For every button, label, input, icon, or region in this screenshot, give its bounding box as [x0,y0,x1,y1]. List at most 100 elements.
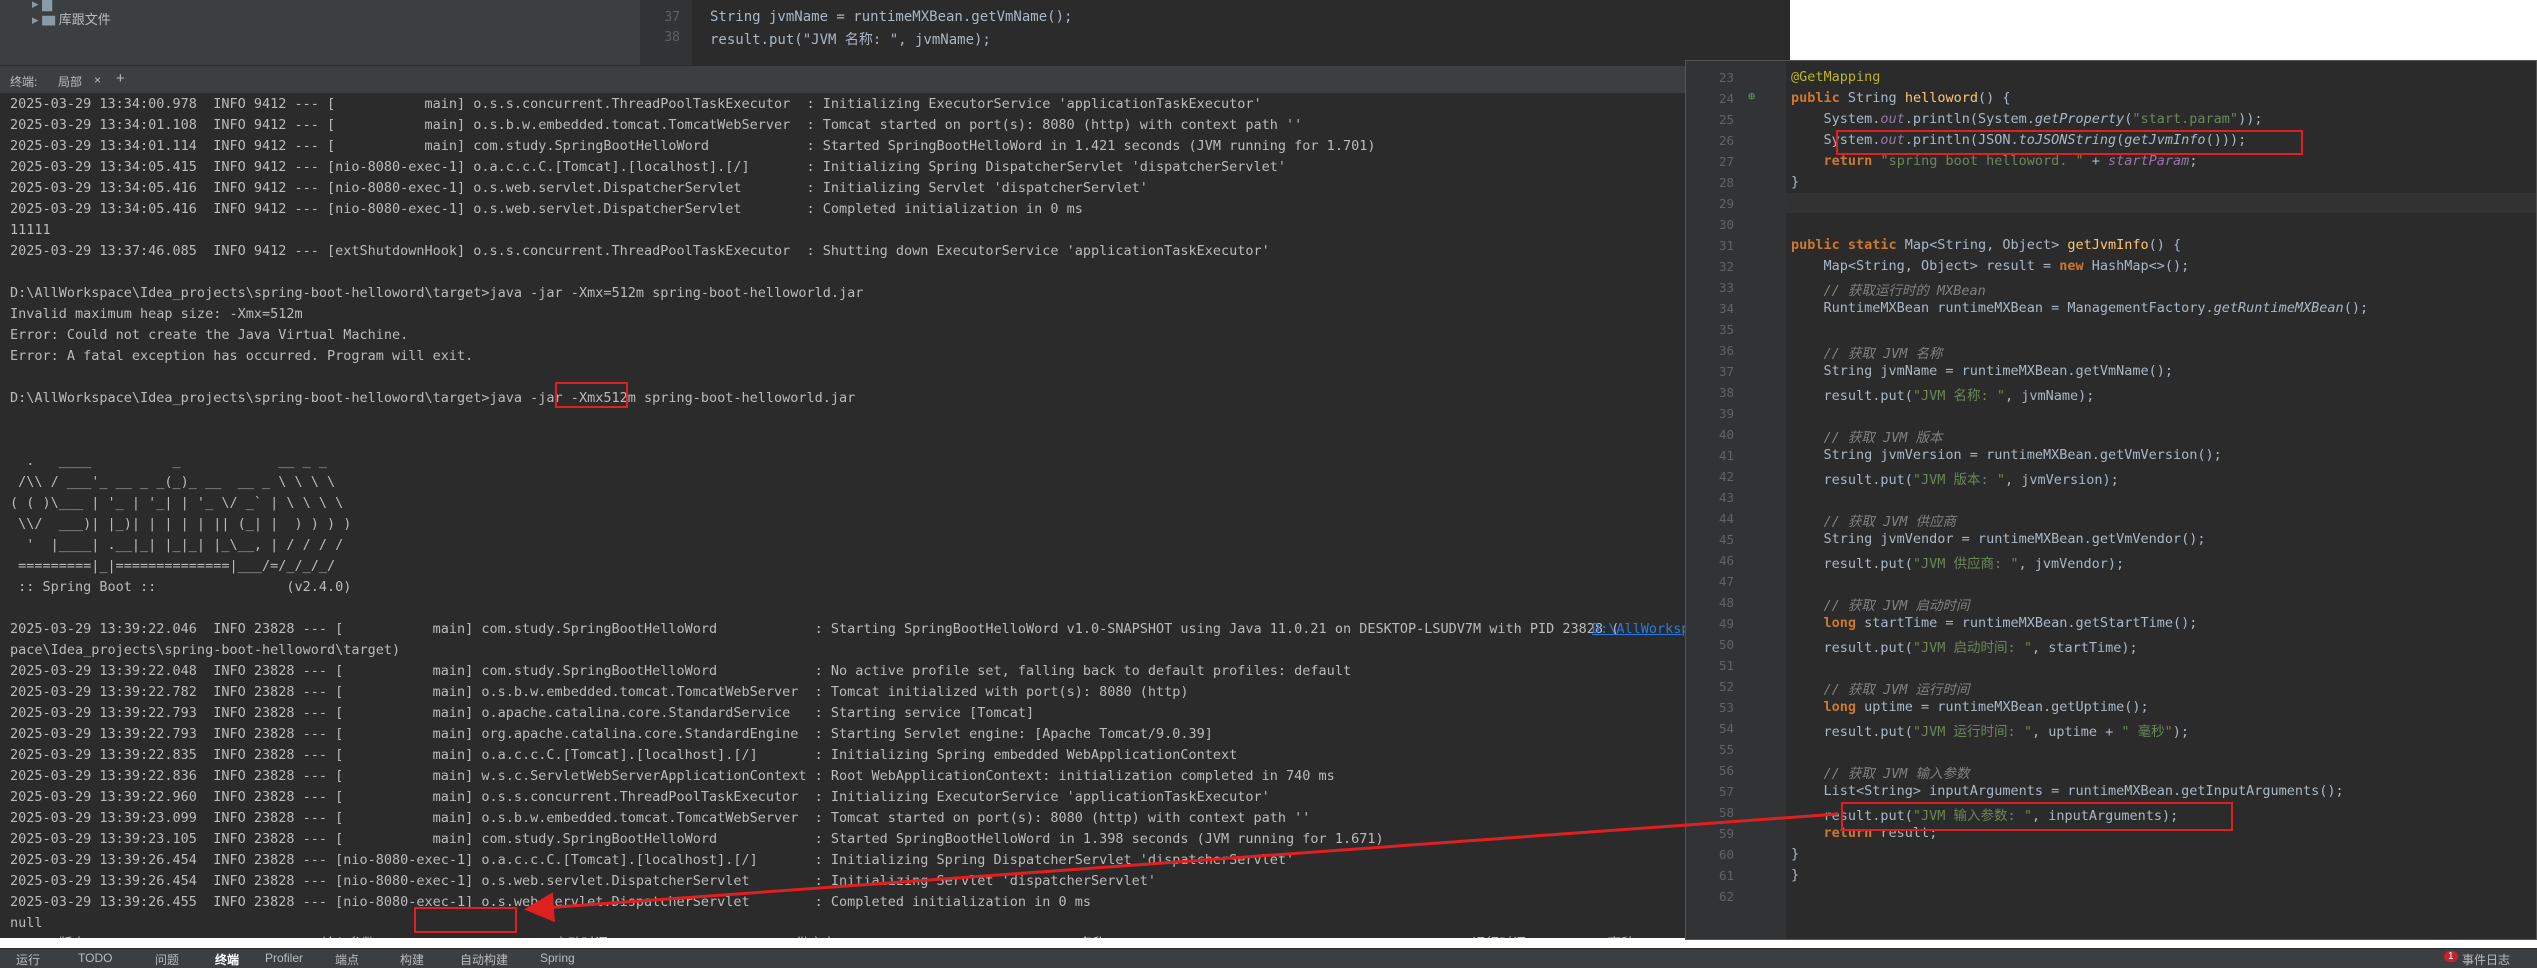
highlight-box [414,907,517,933]
code-line: // 获取 JVM 启动时间 [1823,598,1970,614]
console-line: 2025-03-29 13:39:22.046 INFO 23828 --- [… [10,621,1620,637]
status-tab[interactable]: 自动构建 [460,951,508,968]
console-line: :: Spring Boot :: (v2.4.0) [10,579,352,595]
console-line: 2025-03-29 13:39:22.960 INFO 23828 --- [… [10,789,1270,805]
code-line: String jvmVersion = runtimeMXBean.getVmV… [1791,447,2222,463]
event-count-badge: 1 [2444,951,2458,962]
console-line: 2025-03-29 13:34:01.108 INFO 9412 --- [ … [10,117,1303,133]
console-line: 2025-03-29 13:39:26.455 INFO 23828 --- [… [10,894,1091,910]
line-number: 62 [1718,889,1734,904]
status-tab[interactable]: 构建 [400,951,424,968]
line-number: 34 [1718,301,1734,316]
console-line: pace\Idea_projects\spring-boot-helloword… [10,642,401,658]
line-number: 23 [1718,70,1734,85]
line-number: 42 [1718,469,1734,484]
line-number: 47 [1718,574,1734,589]
folder-icon: ▸ ▆ [32,12,56,27]
console-line: {"JVM 版本: ":"11.0.21+9-LTS-193","JVM 输入参… [10,934,1651,938]
highlight-box [1841,802,2233,831]
code-line: return "spring boot helloword. " + start… [1823,153,2198,169]
console-line: 2025-03-29 13:39:22.048 INFO 23828 --- [… [10,663,1352,679]
code-line: result.put("JVM 名称: ", jvmName); [710,32,991,48]
console-line: 2025-03-29 13:39:23.105 INFO 23828 --- [… [10,831,1384,847]
line-number: 31 [1718,238,1734,253]
console-line: 2025-03-29 13:39:22.782 INFO 23828 --- [… [10,684,1189,700]
console-line: 2025-03-29 13:37:46.085 INFO 9412 --- [e… [10,243,1270,259]
terminal-label: 终端: [10,75,38,89]
code-line: System.out.println(System.getProperty("s… [1791,111,2263,127]
line-number: 32 [1718,259,1734,274]
console-line: 2025-03-29 13:34:05.415 INFO 9412 --- [n… [10,159,1287,175]
line-number: 33 [1718,280,1734,295]
code-line: // 获取 JVM 运行时间 [1823,682,1970,698]
terminal-header: 终端: 局部 × + [0,65,1690,94]
status-tab[interactable]: 运行 [16,951,40,968]
console-line: Error: Could not create the Java Virtual… [10,327,409,343]
run-gutter-icon[interactable]: ⊕ [1748,89,1755,103]
console-line: 2025-03-29 13:34:00.978 INFO 9412 --- [ … [10,96,1262,112]
console-line: null [10,915,43,931]
line-number: 28 [1718,175,1734,190]
code-editor[interactable]: 23 @GetMapping 24 public String helloword()… [1685,60,2537,940]
code-line: result.put("JVM 启动时间: ", startTime); [1791,640,2138,656]
line-number: 45 [1718,532,1734,547]
highlight-box [1836,130,2303,155]
console-line: ' |____| .__|_| |_|_| |_\__, | / / / / [10,537,344,553]
code-line: public static Map<String, Object> getJvm… [1791,237,2182,253]
status-tab[interactable]: Profiler [265,951,303,965]
console-line: /\\ / ___'_ __ _ _(_)_ __ __ _ \ \ \ \ [10,474,336,490]
console-line: =========|_|==============|___/=/_/_/_/ [10,558,336,574]
line-number: 29 [1718,196,1734,211]
console-line: 11111 [10,222,51,238]
code-line: RuntimeMXBean runtimeMXBean = Management… [1791,300,2369,316]
status-tab[interactable]: 问题 [155,951,179,968]
console-line: Invalid maximum heap size: -Xmx=512m [10,306,303,322]
console-line: \\/ ___)| |_)| | | | | || (_| | ) ) ) ) [10,516,352,532]
line-number: 40 [1718,427,1734,442]
status-tab[interactable]: 终端 [215,951,239,968]
line-number: 41 [1718,448,1734,463]
code-line: } [1791,867,1800,883]
code-line: List<String> inputArguments = runtimeMXB… [1791,783,2344,799]
event-log-button[interactable]: 事件日志 [2462,951,2510,968]
code-line: Map<String, Object> result = new HashMap… [1791,258,2190,274]
console-line: 2025-03-29 13:39:22.793 INFO 23828 --- [… [10,726,1213,742]
status-tab[interactable]: TODO [78,951,112,965]
code-line: result.put("JVM 运行时间: ", uptime + " 毫秒")… [1791,724,2190,740]
console-line: 2025-03-29 13:34:05.416 INFO 9412 --- [n… [10,201,1083,217]
status-tab[interactable]: Spring [540,951,575,965]
line-number: 26 [1718,133,1734,148]
line-number: 25 [1718,112,1734,127]
console-line: D:\AllWorkspace\Idea_projects\spring-boo… [10,285,864,301]
add-tab-icon[interactable]: + [116,70,125,87]
background-editor[interactable]: 37 38 String jvmName = runtimeMXBean.get… [640,0,1790,65]
console-line: 2025-03-29 13:39:26.454 INFO 23828 --- [… [10,852,1295,868]
code-line: // 获取运行时的 MXBean [1823,283,1986,299]
tree-item-label: 库跟文件 [58,12,111,27]
line-number: 61 [1718,868,1734,883]
code-line: long uptime = runtimeMXBean.getUptime(); [1823,699,2149,715]
close-icon[interactable]: × [94,73,101,87]
line-number: 24 [1718,91,1734,106]
line-number: 52 [1718,679,1734,694]
status-tab[interactable]: 端点 [335,951,359,968]
code-line: String jvmName = runtimeMXBean.getVmName… [710,9,1073,25]
line-number: 53 [1718,700,1734,715]
line-number: 38 [1718,385,1734,400]
code-line: } [1791,174,1800,190]
tree-item-scratches[interactable]: ▸ ▆ 库跟文件 [32,9,111,28]
tab-local[interactable]: 局部 [58,73,82,90]
line-number: 54 [1718,721,1734,736]
project-tree: ▸ ▆ ▸ ▆ 库跟文件 [0,0,640,65]
line-number: 37 [664,10,680,25]
console-line: 2025-03-29 13:34:05.416 INFO 9412 --- [n… [10,180,1148,196]
highlight-box [555,382,628,408]
path-link[interactable]: D:\AllWorksp [1592,619,1690,639]
terminal-output[interactable]: 2025-03-29 13:34:00.978 INFO 9412 --- [ … [0,93,1690,938]
line-number: 58 [1718,805,1734,820]
console-line: . ____ _ __ _ _ [10,453,327,469]
line-number: 35 [1718,322,1734,337]
line-number: 60 [1718,847,1734,862]
console-line: 2025-03-29 13:39:22.835 INFO 23828 --- [… [10,747,1238,763]
line-number: 55 [1718,742,1734,757]
